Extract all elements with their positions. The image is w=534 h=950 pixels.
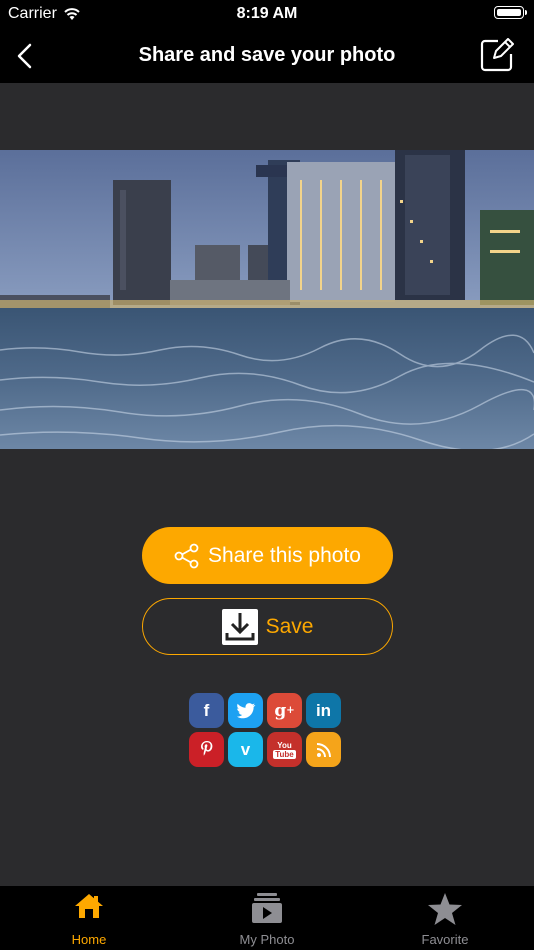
tab-favorite-label: Favorite: [421, 932, 469, 947]
google-plus-icon[interactable]: g +: [267, 693, 302, 728]
rss-icon[interactable]: [306, 732, 341, 767]
home-icon: [74, 892, 104, 925]
tab-home-label: Home: [71, 932, 107, 947]
page-title: Share and save your photo: [138, 44, 396, 66]
status-time: 8:19 AM: [236, 5, 298, 22]
twitter-icon[interactable]: [228, 693, 263, 728]
save-button[interactable]: Save: [142, 598, 393, 655]
linkedin-icon[interactable]: in: [306, 693, 341, 728]
share-photo-button[interactable]: Share this photo: [142, 527, 393, 584]
pinterest-icon[interactable]: [189, 732, 224, 767]
edit-button[interactable]: [480, 38, 514, 72]
youtube-icon[interactable]: You Tube: [267, 732, 302, 767]
status-bar: Carrier 8:19 AM: [0, 0, 534, 30]
tab-bar: Home My Photo Favorite: [0, 886, 534, 950]
download-icon: [221, 608, 258, 645]
battery-icon: [494, 6, 527, 19]
tab-my-photo[interactable]: My Photo: [178, 886, 356, 950]
navigation-bar: Share and save your photo: [0, 30, 534, 83]
save-button-label: Save: [265, 614, 314, 638]
photo-library-icon: [251, 892, 283, 929]
tab-my-photo-label: My Photo: [239, 932, 295, 947]
share-button-label: Share this photo: [208, 543, 361, 567]
tab-favorite[interactable]: Favorite: [356, 886, 534, 950]
edit-icon: [480, 38, 514, 72]
vimeo-icon[interactable]: v: [228, 732, 263, 767]
city-river-photo: [0, 150, 534, 449]
facebook-icon[interactable]: f: [189, 693, 224, 728]
star-icon: [427, 892, 463, 931]
share-icon: [174, 543, 199, 568]
tab-home[interactable]: Home: [0, 886, 178, 950]
photo-preview: [0, 150, 534, 449]
social-share-grid: f g + in v You Tube: [189, 693, 349, 767]
